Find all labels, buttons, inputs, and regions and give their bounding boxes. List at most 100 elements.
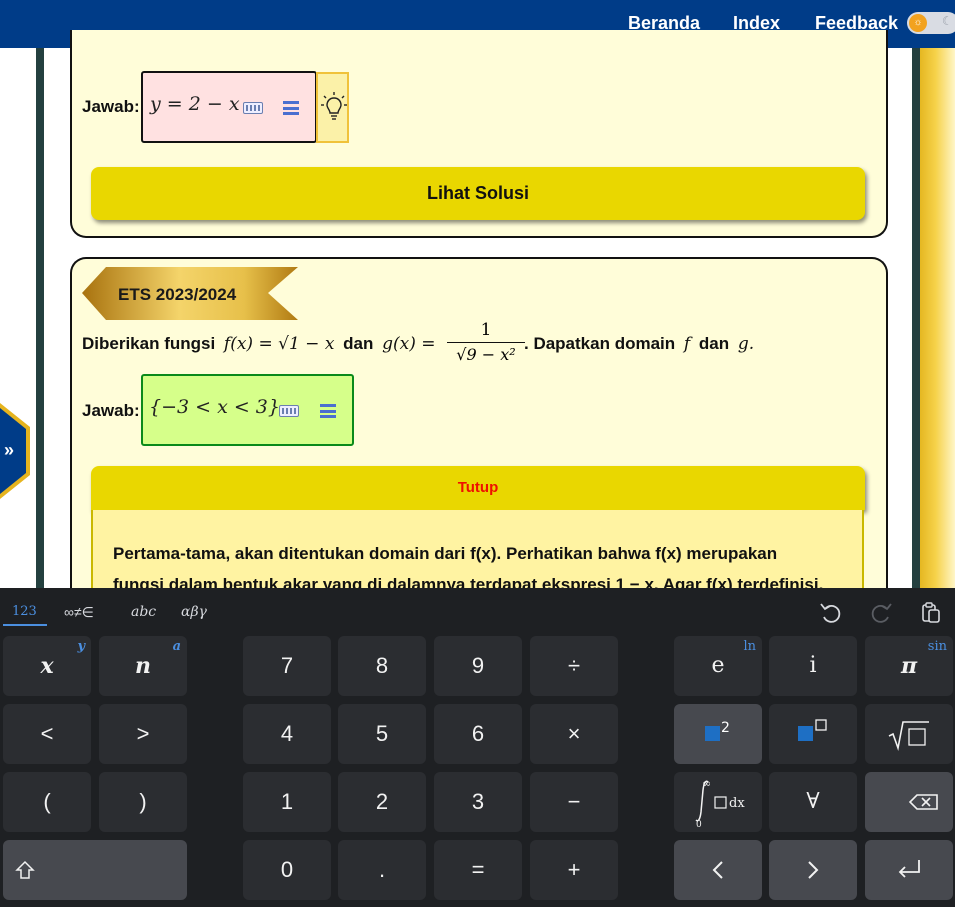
key-9[interactable]: 9 (434, 636, 522, 696)
redo-icon[interactable] (868, 600, 894, 626)
key-e[interactable]: e ln (674, 636, 762, 696)
key-shift[interactable] (3, 840, 187, 900)
solution-panel: Pertama-tama, akan ditentukan domain dar… (91, 510, 864, 600)
keyboard-icon[interactable] (279, 405, 299, 417)
chevron-right-icon (808, 861, 819, 879)
answer-field-2[interactable]: {−3 < x < 3} (141, 374, 354, 446)
key-6[interactable]: 6 (434, 704, 522, 764)
undo-icon[interactable] (818, 600, 844, 626)
lightbulb-icon (321, 92, 347, 120)
hint-button[interactable] (316, 72, 349, 143)
virtual-math-keyboard: 123 ∞≠∈ abc αβγ xy na 7 8 9 ÷ e ln i π sin… (0, 588, 955, 907)
integral-template-icon: ∞ 0 dx (695, 777, 745, 830)
answer-expression-2: {−3 < x < 3} (149, 396, 280, 418)
key-cursor-right[interactable] (769, 840, 857, 900)
key-0[interactable]: 0 (243, 840, 331, 900)
g-fraction: 1 √9 − x² (447, 320, 525, 364)
key-1[interactable]: 1 (243, 772, 331, 832)
key-n-shift-label: a (172, 639, 181, 654)
exam-badge: ETS 2023/2024 (82, 267, 298, 320)
key-n-label: n (135, 653, 151, 679)
problem-statement-end: . Dapatkan domain f dan g. (524, 334, 754, 354)
sidebar-expand-tab[interactable]: » (0, 403, 31, 499)
key-8[interactable]: 8 (338, 636, 426, 696)
sqrt-template-icon (888, 721, 929, 752)
problem-suffix: . Dapatkan domain (524, 334, 676, 353)
tab-symbols[interactable]: ∞≠∈ (64, 604, 94, 621)
chevron-left-icon (712, 861, 723, 879)
key-sqrt[interactable] (865, 704, 953, 764)
problem-dan-2: dan (698, 334, 730, 353)
problem-statement: Diberikan fungsi f(x) = √1 − x dan g(x) … (82, 334, 436, 354)
key-power[interactable] (769, 704, 857, 764)
answer-label: Jawab: (82, 97, 140, 116)
shift-icon (15, 860, 35, 879)
key-7[interactable]: 7 (243, 636, 331, 696)
key-5[interactable]: 5 (338, 704, 426, 764)
key-i[interactable]: i (769, 636, 857, 696)
menu-icon[interactable] (283, 101, 299, 115)
backspace-icon (908, 794, 938, 810)
f-definition: f(x) = √1 − x (223, 334, 335, 354)
key-decimal[interactable]: . (338, 840, 426, 900)
key-pi[interactable]: π sin (865, 636, 953, 696)
svg-text:∞: ∞ (702, 777, 711, 790)
g-lhs: g(x) = (382, 334, 436, 354)
moon-icon: ☾ (942, 14, 953, 28)
exam-badge-label: ETS 2023/2024 (118, 285, 237, 304)
tab-numeric[interactable]: 123 (12, 604, 37, 619)
fraction-denominator: √9 − x² (456, 345, 516, 364)
key-plus[interactable]: + (530, 840, 618, 900)
key-for-all[interactable]: ∀ (769, 772, 857, 832)
clipboard-icon[interactable] (918, 600, 944, 626)
answer-field[interactable]: y = 2 − x (141, 71, 317, 143)
key-x[interactable]: xy (3, 636, 91, 696)
f-symbol: f (683, 334, 691, 354)
key-divide[interactable]: ÷ (530, 636, 618, 696)
tab-alphabetic[interactable]: abc (131, 604, 156, 620)
key-3[interactable]: 3 (434, 772, 522, 832)
key-e-shift-label: ln (743, 639, 756, 654)
key-cursor-left[interactable] (674, 840, 762, 900)
key-less-than[interactable]: < (3, 704, 91, 764)
problem-prefix: Diberikan fungsi (82, 334, 216, 353)
tab-greek[interactable]: αβγ (181, 604, 207, 620)
theme-toggle[interactable]: ☼ ☾ (907, 12, 955, 34)
key-integral[interactable]: ∞ 0 dx (674, 772, 762, 832)
right-gold-border (920, 48, 955, 588)
key-enter[interactable] (865, 840, 953, 900)
key-2[interactable]: 2 (338, 772, 426, 832)
solution-line-1: Pertama-tama, akan ditentukan domain dar… (113, 544, 778, 563)
active-tab-indicator (3, 624, 47, 626)
key-square[interactable]: 2 (674, 704, 762, 764)
key-x-label: x (40, 653, 54, 679)
lihat-solusi-button[interactable]: Lihat Solusi (91, 167, 865, 220)
key-close-paren[interactable]: ) (99, 772, 187, 832)
key-equals[interactable]: = (434, 840, 522, 900)
fraction-numerator: 1 (447, 320, 525, 343)
key-n[interactable]: na (99, 636, 187, 696)
problem-dan-1: dan (343, 334, 374, 353)
g-symbol: g. (737, 334, 755, 354)
menu-icon[interactable] (320, 404, 336, 418)
square-power-icon: 2 (705, 720, 730, 741)
left-frame-bar (36, 48, 44, 588)
key-pi-label: π (900, 653, 918, 679)
svg-text:2: 2 (721, 720, 730, 736)
key-minus[interactable]: − (530, 772, 618, 832)
answer-label-2: Jawab: (82, 401, 140, 420)
power-template-icon (798, 719, 827, 741)
key-backspace[interactable] (865, 772, 953, 832)
tutup-button[interactable]: Tutup (91, 466, 865, 510)
key-open-paren[interactable]: ( (3, 772, 91, 832)
svg-text:dx: dx (729, 796, 745, 811)
key-greater-than[interactable]: > (99, 704, 187, 764)
key-multiply[interactable]: × (530, 704, 618, 764)
double-chevron-right-icon: » (4, 440, 15, 460)
keyboard-icon[interactable] (243, 102, 263, 114)
key-x-shift-label: y (77, 639, 85, 654)
svg-text:0: 0 (696, 820, 702, 830)
key-e-label: e (711, 653, 725, 678)
key-4[interactable]: 4 (243, 704, 331, 764)
answer-expression: y = 2 − x (150, 93, 240, 115)
